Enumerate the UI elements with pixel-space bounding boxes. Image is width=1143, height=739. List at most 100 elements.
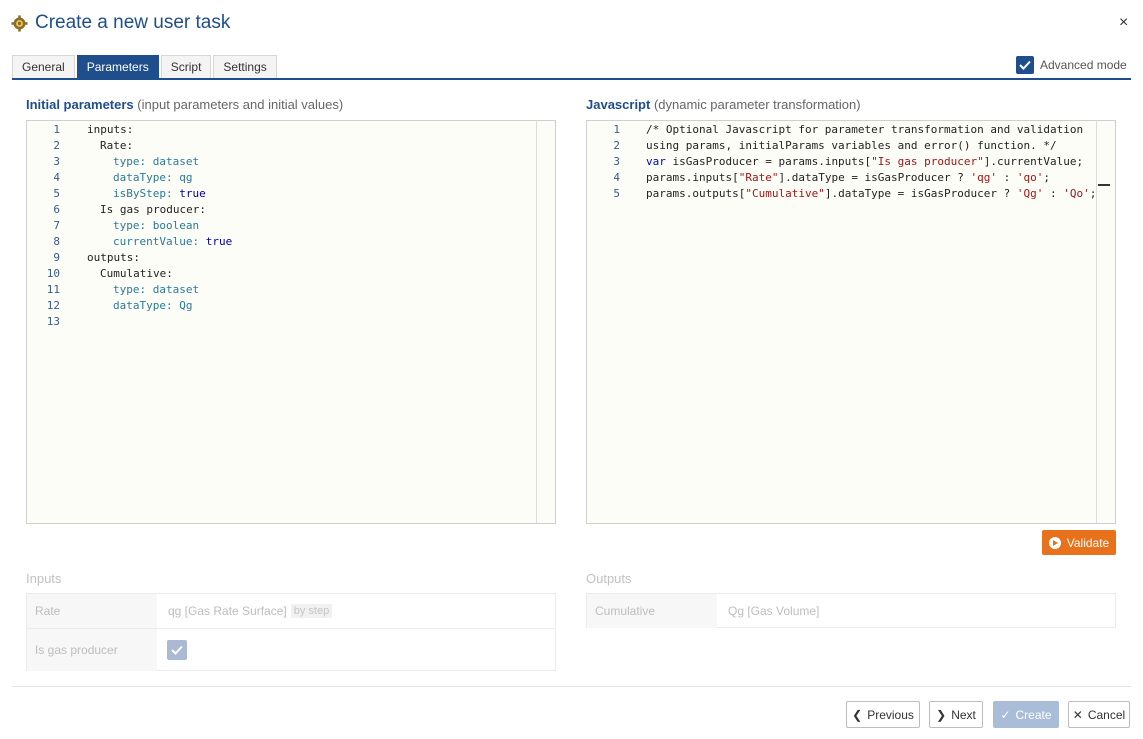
javascript-heading: Javascript (dynamic parameter transforma…: [586, 97, 861, 112]
outputs-heading: Outputs: [586, 571, 632, 586]
inputs-table: Rate qg [Gas Rate Surface] by step Is ga…: [26, 593, 556, 671]
param-value: [167, 629, 187, 671]
initial-params-title: Initial parameters: [26, 97, 134, 112]
js-text: ].currentValue;: [983, 155, 1084, 168]
param-name: Rate: [27, 594, 157, 628]
yaml-value: qg: [172, 171, 193, 184]
yaml-line-10: Cumulative:: [100, 267, 173, 280]
js-text: params.inputs[: [646, 171, 739, 184]
line-number: 1: [53, 123, 60, 136]
js-text: :: [997, 171, 1017, 184]
param-value: qg [Gas Rate Surface] by step: [168, 594, 333, 628]
yaml-line-1: inputs:: [87, 123, 134, 136]
dialog-header: Create a new user task ×: [0, 0, 1143, 48]
is-gas-producer-checkbox[interactable]: [167, 640, 187, 660]
cancel-button[interactable]: ✕ Cancel: [1068, 701, 1130, 728]
yaml-line-11: type: dataset: [113, 283, 199, 296]
js-line-4: params.inputs["Rate"].dataType = isGasPr…: [646, 171, 1050, 184]
advanced-mode-label: Advanced mode: [1040, 58, 1127, 72]
js-line-2: using params, initialParams variables an…: [646, 139, 1057, 152]
yaml-line-2: Rate:: [100, 139, 134, 152]
line-number: 5: [53, 187, 60, 200]
tab-underline: [12, 78, 1131, 80]
previous-label: Previous: [867, 707, 914, 722]
line-number: 2: [613, 139, 620, 152]
yaml-key: type:: [113, 155, 147, 168]
play-icon: [1048, 536, 1061, 549]
check-icon: ✓: [1000, 707, 1011, 722]
gear-icon: [11, 15, 28, 32]
js-string: 'qg': [970, 171, 998, 184]
initial-params-subtitle: (input parameters and initial values): [137, 97, 344, 112]
js-line-3: var isGasProducer = params.inputs["Is ga…: [646, 155, 1083, 168]
js-scrollbar[interactable]: [1096, 121, 1097, 523]
next-button[interactable]: ❯ Next: [929, 701, 983, 728]
js-string: "Cumulative": [745, 187, 825, 200]
param-value-text: qg [Gas Rate Surface]: [168, 604, 287, 618]
line-number: 13: [46, 315, 60, 328]
previous-button[interactable]: ❮ Previous: [846, 701, 920, 728]
param-value: Qg [Gas Volume]: [728, 604, 820, 618]
javascript-subtitle: (dynamic parameter transformation): [653, 97, 861, 112]
check-icon: [171, 645, 183, 655]
yaml-key: dataType:: [113, 171, 173, 184]
create-button[interactable]: ✓ Create: [993, 701, 1059, 728]
tab-general[interactable]: General: [12, 55, 75, 79]
line-number: 3: [613, 155, 620, 168]
yaml-line-4: dataType: qg: [113, 171, 192, 184]
line-number: 4: [53, 171, 60, 184]
yaml-line-6: Is gas producer:: [100, 203, 206, 216]
tab-settings[interactable]: Settings: [213, 55, 277, 79]
table-row: Is gas producer: [27, 628, 555, 671]
overview-ruler-mark: [1098, 184, 1110, 186]
yaml-value: boolean: [146, 219, 200, 232]
validate-button[interactable]: Validate: [1042, 530, 1116, 555]
yaml-key: type:: [113, 283, 147, 296]
tab-bar: General Parameters Script Settings: [12, 55, 279, 79]
js-keyword: var: [646, 155, 666, 168]
next-label: Next: [951, 707, 976, 722]
yaml-value: Qg: [172, 299, 193, 312]
yaml-editor[interactable]: 1 2 3 4 5 6 7 8 9 10 11 12 13 inputs: Rate: type: da…: [26, 120, 556, 524]
tab-script[interactable]: Script: [160, 55, 212, 79]
advanced-mode-toggle[interactable]: Advanced mode: [1016, 55, 1127, 75]
javascript-title: Javascript: [586, 97, 651, 112]
js-text: :: [1043, 187, 1064, 200]
js-string: "Rate": [738, 171, 779, 184]
validate-label: Validate: [1066, 535, 1110, 550]
line-number: 6: [53, 203, 60, 216]
close-icon[interactable]: ×: [1119, 14, 1128, 32]
line-number: 4: [613, 171, 620, 184]
yaml-scrollbar[interactable]: [536, 121, 537, 523]
yaml-value: dataset: [146, 155, 200, 168]
yaml-key: dataType:: [113, 299, 173, 312]
chevron-left-icon: ❮: [852, 707, 863, 722]
js-text: ].dataType = isGasProducer ?: [824, 187, 1017, 200]
line-number: 1: [613, 123, 620, 136]
advanced-mode-checkbox[interactable]: [1016, 56, 1034, 74]
yaml-line-7: type: boolean: [113, 219, 199, 232]
yaml-value: true: [199, 235, 233, 248]
yaml-line-3: type: dataset: [113, 155, 199, 168]
line-number: 8: [53, 235, 60, 248]
yaml-line-8: currentValue: true: [113, 235, 232, 248]
yaml-value: true: [172, 187, 206, 200]
line-number: 2: [53, 139, 60, 152]
js-string: 'Qg': [1016, 187, 1044, 200]
close-icon: ✕: [1072, 707, 1083, 722]
line-number: 12: [46, 299, 60, 312]
inputs-heading: Inputs: [26, 571, 62, 586]
outputs-table: Cumulative Qg [Gas Volume]: [586, 593, 1116, 628]
javascript-editor[interactable]: 1 2 3 4 5 /* Optional Javascript for paramet…: [586, 120, 1116, 524]
yaml-line-12: dataType: Qg: [113, 299, 192, 312]
yaml-line-5: isByStep: true: [113, 187, 206, 200]
tab-parameters[interactable]: Parameters: [76, 55, 159, 79]
chevron-right-icon: ❯: [936, 707, 947, 722]
by-step-badge: by step: [290, 604, 333, 618]
create-label: Create: [1015, 707, 1052, 722]
dialog-title: Create a new user task: [35, 12, 231, 33]
line-number: 11: [46, 283, 60, 296]
line-number: 7: [53, 219, 60, 232]
check-icon: [1019, 60, 1031, 70]
cancel-label: Cancel: [1087, 707, 1126, 722]
